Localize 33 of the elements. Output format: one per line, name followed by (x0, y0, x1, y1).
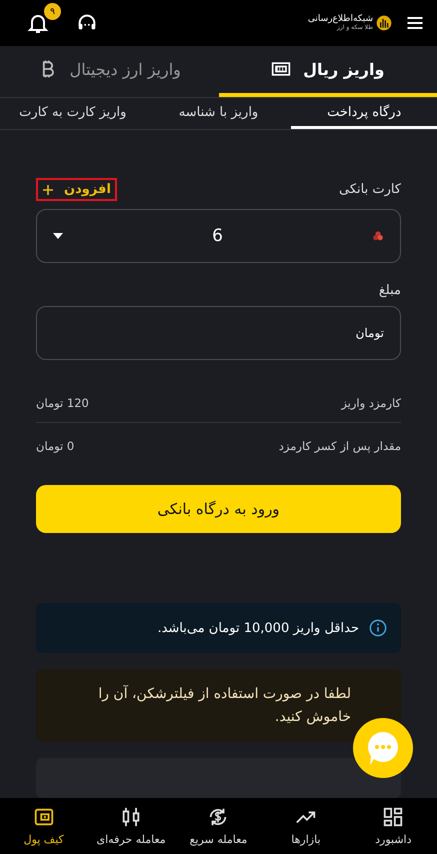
amount-field[interactable]: تومان (36, 306, 401, 360)
nav-item[interactable]: بازارها (262, 798, 350, 854)
field-label: مبلغ (378, 283, 401, 298)
nav-item[interactable]: کیف پول (0, 798, 88, 854)
method-tab[interactable]: درگاه پرداخت (291, 98, 437, 130)
method-tab[interactable]: واریز کارت به کارت (0, 98, 146, 130)
fee-label: مقدار پس از کسر کارمزد (278, 439, 401, 454)
info-icon (369, 619, 387, 638)
bank-gateway-button[interactable]: ورود به درگاه بانکی (36, 485, 401, 534)
field-label: کارت بانکی (338, 182, 401, 198)
card-select[interactable]: 6 (36, 209, 401, 264)
add-button[interactable]: افزودن (36, 178, 117, 202)
notice-text: حداقل واریز 10,000 تومان می‌باشد. (157, 620, 359, 636)
plus-icon (42, 184, 54, 196)
nav-item[interactable]: معامله سریع (174, 798, 262, 854)
nav-item[interactable]: داشبورد (350, 798, 437, 854)
fee-label: کارمزد واریز (341, 396, 401, 410)
building-logo-icon (376, 15, 392, 31)
fee-value: 0 تومان (36, 439, 74, 454)
wallet-icon (32, 806, 55, 828)
deposit-tab[interactable]: واریز ریال (218, 46, 437, 97)
caret-icon (53, 233, 64, 240)
grid-icon (382, 806, 404, 828)
fee-value: 120 تومان (36, 396, 89, 410)
candlestick-icon (120, 806, 142, 828)
nav-item[interactable]: معامله حرفه‌ای (87, 798, 175, 854)
notice-text: لطفا در صورت استفاده از فیلترشکن، آن را خاموش کنید. (97, 684, 351, 727)
notification-badge: ۹ (44, 3, 61, 20)
method-tab[interactable]: واریز با شناسه (146, 98, 292, 130)
deposit-tab[interactable]: واریز ارز دیجیتال (0, 46, 218, 97)
bank-logo-icon (372, 230, 384, 242)
chat-bubble-button[interactable] (353, 718, 413, 778)
logo-title: شبکه‌اطلاع‌رسانی (308, 14, 373, 24)
